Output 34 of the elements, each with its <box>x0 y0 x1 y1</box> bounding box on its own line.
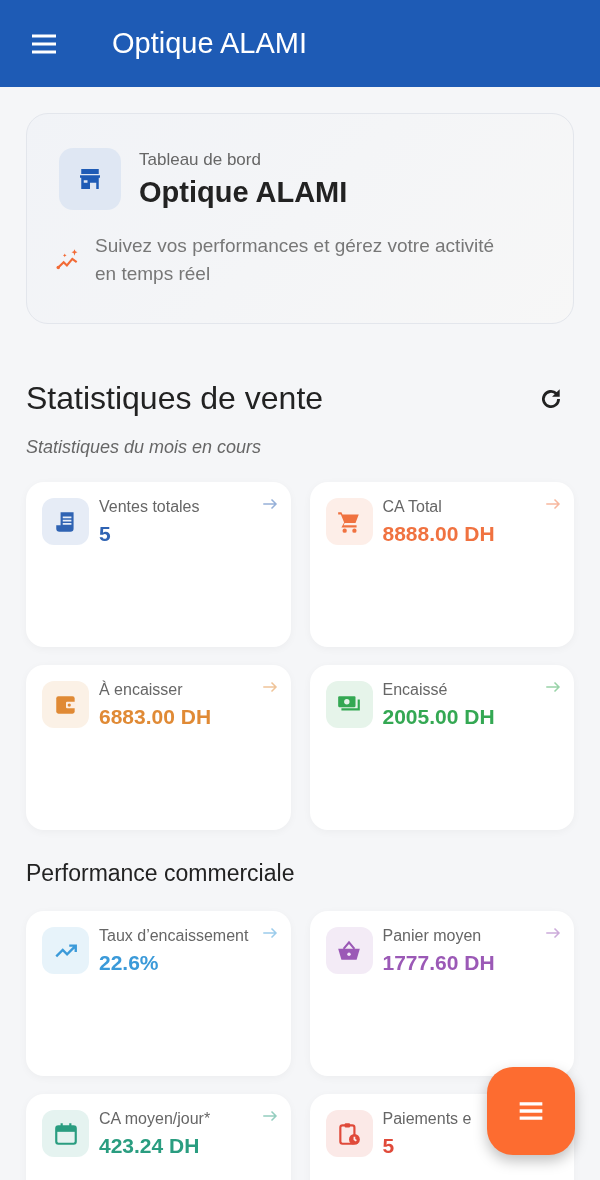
stat-label: À encaisser <box>99 681 184 699</box>
section-subtitle: Statistiques du mois en cours <box>26 437 263 458</box>
stat-label: Taux d’encaissement <box>99 927 249 945</box>
stat-value: 8888.00 DH <box>382 522 495 546</box>
stat-value: 22.6% <box>99 951 160 975</box>
calendar-icon <box>52 1120 79 1147</box>
stat-label: CA moyen/jour* <box>99 1110 211 1128</box>
stat-card[interactable]: À encaisser 6883.00 DH <box>26 665 291 830</box>
description-text: Suivez vos performances et gérez votre activité en temps réel <box>95 234 496 286</box>
stat-card[interactable]: Panier moyen 1777.60 DH <box>309 911 574 1076</box>
stat-value: 423.24 DH <box>99 1134 201 1158</box>
stat-card[interactable]: Encaissé 2005.00 DH <box>309 665 574 830</box>
stat-label: Paiements e <box>382 1110 472 1128</box>
overline-text: Tableau de bord <box>139 149 262 170</box>
stat-value: 1777.60 DH <box>382 951 495 975</box>
stat-value: 6883.00 DH <box>99 705 212 729</box>
shop-name: Optique ALAMI <box>139 175 348 209</box>
stat-label: CA Total <box>382 498 443 516</box>
stat-card[interactable]: CA moyen/jour* 423.24 DH <box>26 1094 291 1180</box>
stat-label: Encaissé <box>382 681 449 699</box>
stat-card[interactable]: Taux d’encaissement 22.6% <box>26 911 291 1076</box>
stat-value: 5 <box>382 1134 396 1158</box>
stat-value: 5 <box>99 522 112 546</box>
app-title: Optique ALAMI <box>112 27 308 60</box>
section-title: Statistiques de vente <box>26 380 324 417</box>
stat-card[interactable]: CA Total 8888.00 DH <box>309 482 574 647</box>
stat-label: Panier moyen <box>382 927 483 945</box>
section-title: Performance commerciale <box>26 860 295 887</box>
store-icon <box>59 148 121 210</box>
clipboard-clock-icon <box>336 1120 362 1147</box>
stat-label: Ventes totales <box>99 498 200 516</box>
menu-fab[interactable] <box>487 1067 575 1155</box>
stat-value: 2005.00 DH <box>382 705 495 729</box>
stat-card[interactable]: Ventes totales 5 <box>26 482 291 647</box>
